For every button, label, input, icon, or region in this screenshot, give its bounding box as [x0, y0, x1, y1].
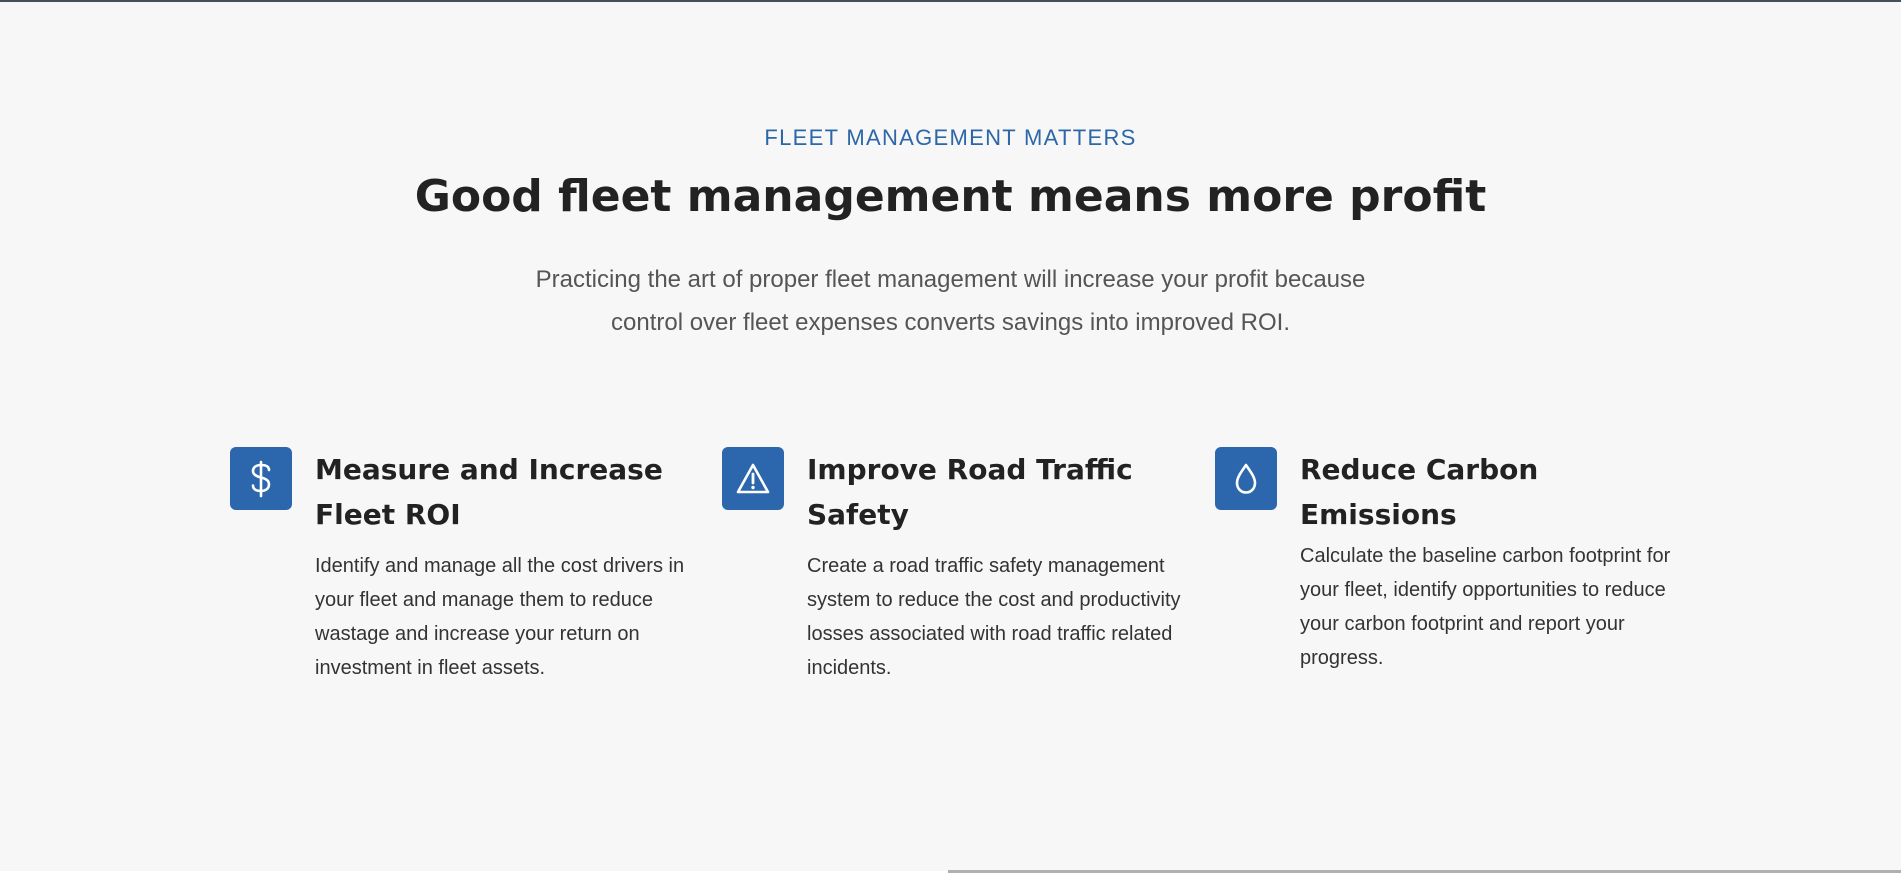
feature-description: Identify and manage all the cost drivers…	[315, 555, 685, 679]
section-intro: Practicing the art of proper fleet manag…	[535, 266, 1366, 336]
section-eyebrow: FLEET MANAGEMENT MATTERS	[764, 125, 1137, 150]
feature-description: Create a road traffic safety management …	[807, 555, 1181, 679]
feature-carbon-emissions: Reduce Carbon Emissions Calculate the ba…	[1215, 447, 1685, 747]
warning-triangle-icon	[722, 447, 784, 510]
feature-title: Improve Road Traffic Safety	[807, 453, 1133, 531]
fleet-management-section: FLEET MANAGEMENT MATTERS Good fleet mana…	[0, 0, 1901, 871]
section-header: FLEET MANAGEMENT MATTERS Good fleet mana…	[0, 124, 1901, 344]
feature-fleet-roi: Measure and Increase Fleet ROI Identify …	[230, 447, 700, 747]
feature-body: Reduce Carbon Emissions Calculate the ba…	[1300, 447, 1680, 675]
feature-body: Improve Road Traffic Safety Create a roa…	[807, 447, 1187, 685]
section-title: Good fleet management means more profit	[414, 171, 1487, 222]
feature-body: Measure and Increase Fleet ROI Identify …	[315, 447, 695, 685]
dollar-icon	[230, 447, 292, 510]
droplet-icon	[1215, 447, 1277, 510]
feature-title: Measure and Increase Fleet ROI	[315, 453, 663, 531]
feature-description: Calculate the baseline carbon footprint …	[1300, 545, 1671, 669]
features-grid: Measure and Increase Fleet ROI Identify …	[230, 447, 1670, 747]
feature-road-safety: Improve Road Traffic Safety Create a roa…	[722, 447, 1192, 747]
feature-title: Reduce Carbon Emissions	[1300, 453, 1539, 531]
